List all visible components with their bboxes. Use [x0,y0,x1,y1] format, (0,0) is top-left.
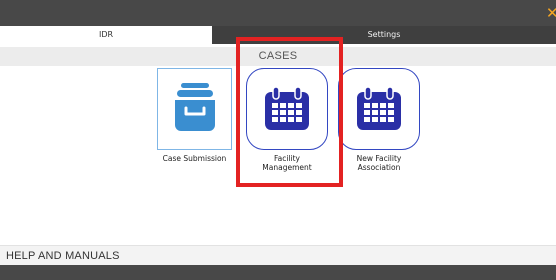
file-drawer-icon [175,83,215,131]
tab-settings[interactable]: Settings [212,26,556,44]
bottom-bar [0,265,556,280]
calendar-icon [357,86,401,130]
tab-bar: IDR Settings [0,26,556,44]
cases-section-header: CASES [0,47,556,66]
facility-management-label: Facility Management [262,154,312,172]
case-submission-tile-frame [157,68,232,150]
help-section-header: HELP AND MANUALS [0,245,556,265]
new-facility-association-tile-frame [338,68,420,150]
calendar-icon [265,86,309,130]
help-title: HELP AND MANUALS [6,250,120,262]
new-facility-association-label: New Facility Association [356,154,402,172]
tab-idr[interactable]: IDR [0,26,212,44]
facility-management-tile-frame [246,68,328,150]
close-icon[interactable]: ✕ [546,5,556,21]
case-submission-label: Case Submission [162,154,227,163]
top-bar: ✕ [0,0,556,26]
cases-title: CASES [258,50,298,62]
